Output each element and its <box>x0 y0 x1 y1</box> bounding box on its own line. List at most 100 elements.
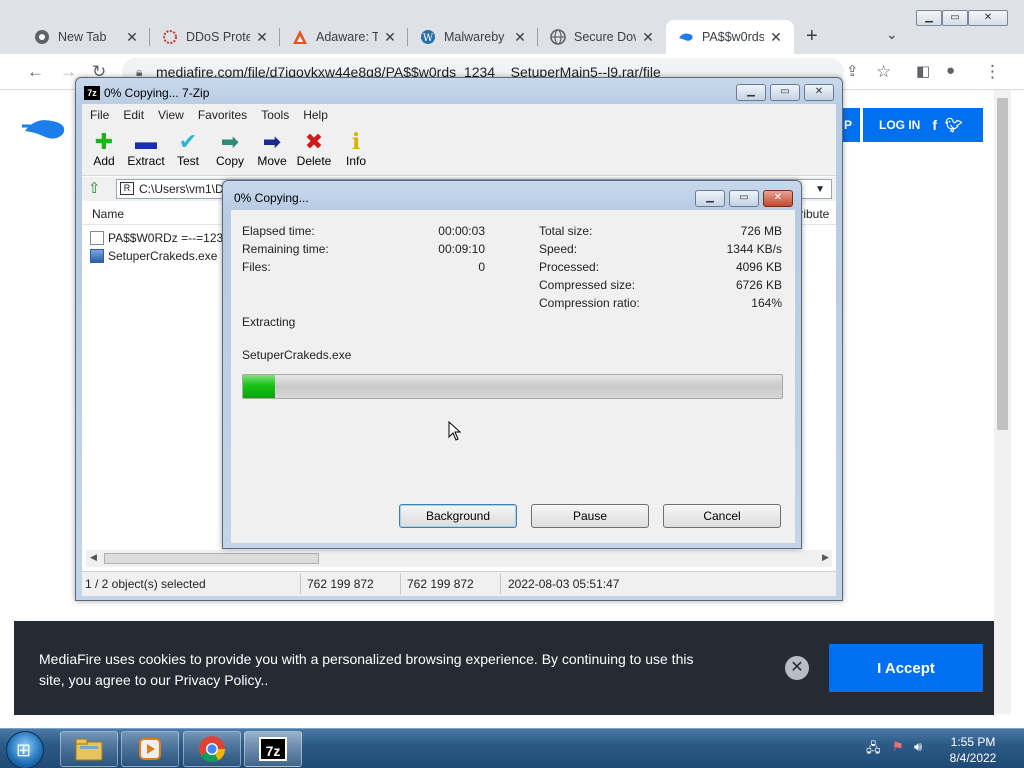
close-button[interactable]: ✕ <box>763 190 793 207</box>
menu-tools[interactable]: Tools <box>261 108 289 122</box>
copy-button[interactable]: ➡ Copy <box>208 129 252 169</box>
tab-title: Adaware: Th <box>316 30 378 44</box>
horizontal-scrollbar[interactable]: ◀ ▶ <box>86 550 832 567</box>
extract-button[interactable]: ▬ Extract <box>124 130 168 169</box>
menu-file[interactable]: File <box>90 108 109 122</box>
tab-title: Malwareby <box>444 30 505 44</box>
test-button[interactable]: ✔ Test <box>166 129 210 169</box>
tool-label: Copy <box>215 154 244 168</box>
status-divider <box>300 574 301 594</box>
folder-icon <box>75 738 103 761</box>
back-icon[interactable]: ← <box>27 62 44 82</box>
mouse-cursor-icon <box>448 421 462 441</box>
minimize-button[interactable]: ▁ <box>736 84 766 101</box>
cancel-button[interactable]: Cancel <box>663 504 781 528</box>
file-row[interactable]: SetuperCrakeds.exe <box>90 247 217 265</box>
current-file-label: SetuperCrakeds.exe <box>242 348 352 362</box>
scroll-right-icon[interactable]: ▶ <box>822 552 829 563</box>
delete-button[interactable]: ✖ Delete <box>292 130 336 169</box>
clock[interactable]: 1:55 PM 8/4/2022 <box>940 734 1006 766</box>
exe-file-icon <box>90 249 104 263</box>
network-icon[interactable]: 🖧︎ <box>866 739 881 761</box>
close-icon[interactable]: ✕ <box>124 29 140 46</box>
speed-value: 1344 KB/s <box>726 242 782 256</box>
facebook-icon[interactable]: f <box>932 117 937 133</box>
info-button[interactable]: i Info <box>334 130 378 168</box>
maximize-button[interactable]: ▭ <box>770 84 800 101</box>
twitter-icon[interactable]: 🐦︎ <box>945 117 963 134</box>
tab-mediafire-active[interactable]: PA$$w0rds_ ✕ <box>666 20 794 54</box>
file-name: SetuperCrakeds.exe <box>108 249 218 263</box>
chrome-icon <box>199 736 226 763</box>
wordpress-icon: W <box>420 29 436 45</box>
tab-ddos[interactable]: DDoS Prote ✕ <box>150 20 280 54</box>
maximize-button[interactable]: ▭ <box>942 10 968 26</box>
scroll-left-icon[interactable]: ◀ <box>90 552 97 563</box>
text-file-icon <box>90 231 104 245</box>
column-name[interactable]: Name <box>92 207 124 221</box>
action-center-icon[interactable]: ⚑ <box>892 739 904 755</box>
tab-secure-download[interactable]: Secure Dov ✕ <box>538 20 666 54</box>
close-icon[interactable]: ✕ <box>785 656 809 680</box>
taskbar-chrome[interactable] <box>183 731 241 767</box>
close-icon[interactable]: ✕ <box>512 29 528 46</box>
close-icon[interactable]: ✕ <box>254 29 270 46</box>
share-icon[interactable]: ⇪ <box>846 62 859 80</box>
menu-favorites[interactable]: Favorites <box>198 108 247 122</box>
login-button[interactable]: LOG IN f 🐦︎ <box>863 108 983 142</box>
forward-icon[interactable]: → <box>60 62 77 82</box>
tab-malwarebytes[interactable]: W Malwareby ✕ <box>408 20 538 54</box>
taskbar-media-player[interactable] <box>121 731 179 767</box>
cookie-message: MediaFire uses cookies to provide you wi… <box>39 651 694 688</box>
scrollbar-thumb[interactable] <box>997 98 1008 430</box>
taskbar-7zip[interactable]: 7z <box>244 731 302 767</box>
star-icon[interactable]: ☆ <box>876 62 891 82</box>
mediafire-icon <box>678 29 694 45</box>
file-row[interactable]: PA$$W0RDz =--=1234 <box>90 229 230 247</box>
close-icon[interactable]: ✕ <box>382 29 398 46</box>
taskbar-explorer[interactable] <box>60 731 118 767</box>
move-button[interactable]: ➡ Move <box>250 130 294 169</box>
compression-ratio-label: Compression ratio: <box>539 296 640 310</box>
menu-view[interactable]: View <box>158 108 184 122</box>
check-icon: ✔ <box>178 129 198 154</box>
background-button[interactable]: Background <box>399 504 517 528</box>
menu-edit[interactable]: Edit <box>123 108 144 122</box>
page-scrollbar[interactable] <box>994 90 1011 714</box>
double-arrow-icon: ➡ <box>220 129 240 154</box>
profile-icon[interactable]: ● <box>946 62 955 79</box>
plus-icon: ✚ <box>94 129 114 154</box>
status-selected: 1 / 2 object(s) selected <box>85 577 206 591</box>
menu-help[interactable]: Help <box>303 108 328 122</box>
add-button[interactable]: ✚ Add <box>82 129 126 169</box>
tab-strip: New Tab ✕ DDoS Prote ✕ Adaware: Th ✕ W M… <box>0 0 1024 54</box>
scrollbar-thumb[interactable] <box>104 553 319 564</box>
close-icon[interactable]: ✕ <box>640 29 656 46</box>
maximize-button[interactable]: ▭ <box>729 190 759 207</box>
chevron-down-icon[interactable]: ▼ <box>815 181 825 199</box>
progress-bar <box>242 374 783 399</box>
status-bar: 1 / 2 object(s) selected 762 199 872 762… <box>82 571 836 596</box>
total-size-label: Total size: <box>539 224 593 238</box>
start-button[interactable]: ⊞ <box>6 731 44 768</box>
close-window-button[interactable]: ✕ <box>968 10 1008 26</box>
folder-up-icon[interactable]: ⇧ <box>88 179 101 197</box>
close-icon[interactable]: ✕ <box>768 29 784 46</box>
accept-cookies-button[interactable]: I Accept <box>829 644 983 692</box>
pause-button[interactable]: Pause <box>531 504 649 528</box>
close-button[interactable]: ✕ <box>804 84 834 101</box>
minimize-button[interactable]: ▁ <box>916 10 942 26</box>
side-panel-icon[interactable]: ◧ <box>916 62 930 80</box>
compressed-size-value: 6726 KB <box>735 278 782 292</box>
mediafire-logo[interactable] <box>22 112 72 145</box>
new-tab-button[interactable]: + <box>806 25 818 48</box>
sevenzip-toolbar: ✚ Add ▬ Extract ✔ Test ➡ Copy ➡ Move ✖ D… <box>82 126 836 176</box>
minimize-button[interactable]: ▁ <box>695 190 725 207</box>
tab-new-tab[interactable]: New Tab ✕ <box>22 20 150 54</box>
volume-icon[interactable]: 🔊︎ <box>914 739 922 755</box>
tab-adaware[interactable]: Adaware: Th ✕ <box>280 20 408 54</box>
chevron-down-icon[interactable]: ⌄ <box>886 26 898 43</box>
menu-icon[interactable]: ⋮ <box>984 62 1001 82</box>
speed-label: Speed: <box>539 242 578 256</box>
tool-label: Move <box>257 154 287 168</box>
